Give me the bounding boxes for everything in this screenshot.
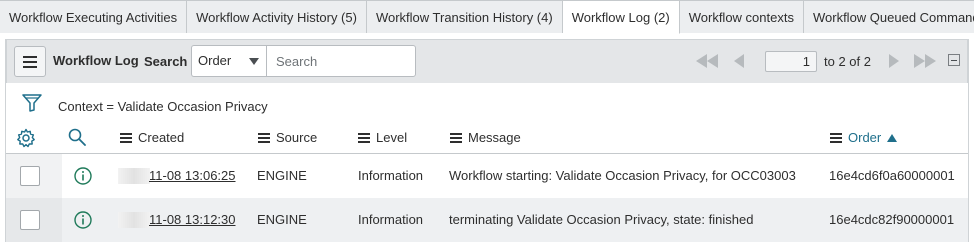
column-menu-icon[interactable] [258, 132, 270, 143]
info-icon[interactable] [74, 167, 92, 185]
next-page-icon[interactable] [888, 54, 900, 68]
tab-workflow-transition-history[interactable]: Workflow Transition History (4) [366, 0, 563, 33]
sort-ascending-icon [887, 133, 898, 142]
cell-source: ENGINE [257, 168, 307, 183]
tab-workflow-contexts[interactable]: Workflow contexts [679, 0, 804, 33]
row-checkbox[interactable] [20, 210, 40, 230]
column-label-message: Message [468, 130, 521, 145]
row-select-cell [6, 154, 62, 198]
tab-workflow-activity-history[interactable]: Workflow Activity History (5) [187, 0, 367, 33]
column-label-source: Source [276, 130, 318, 145]
tab-workflow-executing-activities[interactable]: Workflow Executing Activities [0, 0, 188, 33]
cell-source: ENGINE [257, 212, 307, 227]
column-menu-icon[interactable] [358, 132, 370, 143]
info-icon[interactable] [74, 211, 92, 229]
redacted-date-prefix [118, 212, 150, 228]
cell-order: 16e4cd6f0a60000001 [829, 168, 955, 183]
column-header-level[interactable]: Level [358, 130, 407, 145]
cell-level: Information [358, 212, 424, 227]
column-header-source[interactable]: Source [258, 130, 317, 145]
redacted-date-prefix [118, 168, 150, 184]
created-link[interactable]: 11-08 13:12:30 [149, 212, 236, 227]
created-link[interactable]: 11-08 13:06:25 [149, 168, 236, 183]
search-input[interactable] [266, 45, 416, 77]
column-header-order[interactable]: Order [830, 130, 898, 145]
column-menu-icon[interactable] [830, 132, 842, 143]
search-label: Search [144, 54, 188, 69]
first-page-icon[interactable] [695, 54, 719, 68]
column-header-created[interactable]: Created [120, 130, 184, 145]
list-title: Workflow Log [53, 53, 139, 68]
previous-page-icon[interactable] [733, 54, 745, 68]
panel-right-border [968, 39, 969, 242]
column-label-created: Created [138, 130, 185, 145]
search-field-value: Order [198, 53, 232, 68]
column-label-order: Order [848, 130, 882, 145]
collapse-list-button[interactable] [948, 54, 960, 66]
funnel-filter-icon[interactable] [22, 94, 42, 112]
caret-down-icon [249, 58, 259, 65]
column-search-icon[interactable] [68, 128, 86, 146]
column-menu-icon[interactable] [120, 132, 132, 143]
page-range-text: to 2 of 2 [824, 54, 871, 69]
gear-icon[interactable] [16, 128, 36, 148]
list-toolbar: Workflow Log Search Order to 2 of 2 [6, 39, 968, 83]
list-menu-button[interactable] [14, 46, 46, 77]
table-row: 11-08 13:12:30 ENGINE Information termin… [6, 198, 968, 242]
table-row: 11-08 13:06:25 ENGINE Information Workfl… [6, 154, 968, 198]
row-checkbox[interactable] [20, 166, 40, 186]
related-list-tabs: Workflow Executing Activities Workflow A… [0, 0, 974, 34]
filter-breadcrumb-row: Context = Validate Occasion Privacy [6, 84, 968, 120]
cell-order: 16e4cdc82f90000001 [829, 212, 955, 227]
last-page-icon[interactable] [913, 54, 937, 68]
minus-icon [951, 59, 957, 61]
column-header-message[interactable]: Message [450, 130, 521, 145]
tab-workflow-log[interactable]: Workflow Log (2) [562, 0, 680, 34]
cell-message: terminating Validate Occasion Privacy, s… [449, 212, 754, 227]
cell-level: Information [358, 168, 424, 183]
row-select-cell [6, 198, 62, 242]
cell-message: Workflow starting: Validate Occasion Pri… [449, 168, 796, 183]
tab-workflow-queued-commands[interactable]: Workflow Queued Commands [803, 0, 974, 33]
hamburger-menu-icon [23, 55, 37, 68]
filter-condition-text[interactable]: Context = Validate Occasion Privacy [58, 99, 268, 114]
column-menu-icon[interactable] [450, 132, 462, 143]
page-number-input[interactable] [765, 51, 817, 72]
search-field-select[interactable]: Order [191, 45, 266, 77]
column-label-level: Level [376, 130, 408, 145]
list-header-row: Created Source Level Message Order [6, 120, 968, 154]
